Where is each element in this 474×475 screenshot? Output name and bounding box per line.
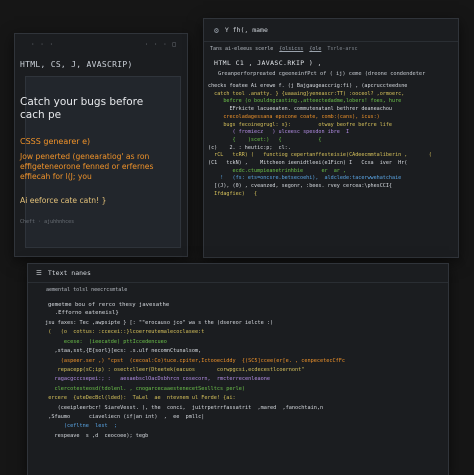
card-cta[interactable]: Ai eeforce cate catn! } xyxy=(20,196,106,205)
code-line: befcre (o bouldngcasting.,atteectedadme,… xyxy=(208,98,402,105)
code-line: rCL tcRR) ( functiog cepertanffesteisie(… xyxy=(208,152,432,159)
code-window-titlebar: ⚙ Y fh(, mame xyxy=(204,19,458,42)
terminal-lead: gemetme bou of rerco thesy javesathe .Ef… xyxy=(48,302,170,316)
terminal-line: clercotesteosd(tdolenl. , cnogarcecaaest… xyxy=(42,385,246,392)
code-line: (C1 tckN) , Mitcheon ieenidtleei(e1Ficn)… xyxy=(208,160,408,167)
code-line: catch tool .anatty. } {uaaaing}yeneascr:… xyxy=(208,90,405,97)
terminal-title: Ttext nanes xyxy=(47,269,91,277)
card-body: Jow penerted (genearatiog' as ron effige… xyxy=(20,152,154,181)
terminal-line: ecese: (ieecatde) pttIccedencueo xyxy=(42,338,167,345)
card-subtitle: CSSS genearer e) xyxy=(20,137,91,146)
terminal-line: (aspeer.ser ,) "cpst (cecoal:Co)tuce.cpi… xyxy=(42,357,345,364)
code-line: [(J), (0) , cveanzed, segonr, :bees. rve… xyxy=(208,183,393,190)
card-top-right: · · · □ xyxy=(144,40,177,48)
code-line: ecdc.ctumpieanetrinhbie er ar , xyxy=(208,167,347,174)
code-line: crecoladagessana epscone coate, comb:(ca… xyxy=(208,113,380,120)
terminal-line: (ceeipleerbcr! SiareVesst. ), the conci,… xyxy=(42,404,324,411)
card-title: Catch your bugs before cach pe xyxy=(20,96,144,121)
card-top-bar: · · · · · · □ xyxy=(15,34,187,54)
terminal-titlebar: ☰ Ttext nanes xyxy=(28,264,448,283)
terminal-line: ragacgcccsepei:; : aesaebsclOacDsbhrcn c… xyxy=(42,376,270,383)
card-heading: HTML, CS, J, AVASCRIP) xyxy=(20,60,133,69)
terminal-subtitle: aemental tolsl neecrcsmtale xyxy=(46,287,128,293)
terminal-line: repacepp(sC;ip) : osectclleer(Dteetek(ea… xyxy=(42,367,305,374)
terminal-line: respeave s ,d ceocoee); tegb xyxy=(42,432,149,439)
code-window-heading: HTML C1 , JAVASC.RKIP ) , xyxy=(214,59,322,67)
terminal-line: ( (o cottus: :ccecei::}lcoerreutemalecoc… xyxy=(42,329,205,336)
card-footer: Cheft · ajuhhnhces xyxy=(20,219,75,225)
code-window: ⚙ Y fh(, mame Tans ai-eleeus scerle {ols… xyxy=(203,18,459,258)
settings-icon[interactable]: ⚙ xyxy=(214,26,219,35)
code-line: ( fromiecz ) ulceesc spesdon ibre I xyxy=(208,129,350,136)
code-window-title: Y fh(, mame xyxy=(224,26,268,34)
code-window-lead: Greanperforpreated cgeeneinfPct of ( ij)… xyxy=(218,71,426,77)
code-line: EFrkicte lacueeaten. commutenatanl bethr… xyxy=(208,106,393,113)
terminal-lines: jsu faxes: Tec ,awpsipte } [: ""erocauso… xyxy=(28,319,448,441)
tab-olsicss[interactable]: {olsicss xyxy=(279,46,303,52)
code-line: (c) 2. : heutic:p; cl:. xyxy=(208,144,291,151)
terminal-line: jsu faxes: Tec ,awpsipte } [: ""erocauso… xyxy=(42,320,274,326)
terminal-line: (cefltne lest ; xyxy=(42,423,117,430)
tab-ole[interactable]: {ole xyxy=(309,46,321,52)
code-lines: checks foatee Ai erewe f. (j Bajgaugeacc… xyxy=(204,82,458,200)
menu-icon[interactable]: ☰ xyxy=(36,269,42,277)
code-line: ! (fs: ets=oncsre.betsecoehi), aldclede:… xyxy=(208,175,402,182)
terminal-window: ☰ Ttext nanes aemental tolsl neecrcsmtal… xyxy=(27,263,449,475)
code-line: Ifdagfiec) { xyxy=(208,190,258,197)
code-line: checks foatee Ai erewe f. (j Bajgaugeacc… xyxy=(208,83,408,89)
terminal-line: ,Sfaumo ciaveliecn (if|an int) , ee pmll… xyxy=(42,414,205,421)
card-top-left: · · · xyxy=(31,40,55,48)
tab-ai-eleeus[interactable]: Tans ai-eleeus scerle xyxy=(210,46,273,52)
terminal-line: ,staa,sst,{E{sorl}[ecs: .s.ulf necomnCtu… xyxy=(42,348,202,355)
code-line: bugs fecoinegrugl: s}: otway beofre befc… xyxy=(208,121,393,128)
code-window-subbar: Tans ai-eleeus scerle {olsicss {ole Tsrl… xyxy=(204,42,458,55)
terminal-line: ercere {uteDecBcl(lded): TaLel ae ntevne… xyxy=(42,395,236,402)
tab-label: Tsrle-arsc xyxy=(327,46,358,52)
code-line: { )scet:) { { xyxy=(208,136,322,143)
